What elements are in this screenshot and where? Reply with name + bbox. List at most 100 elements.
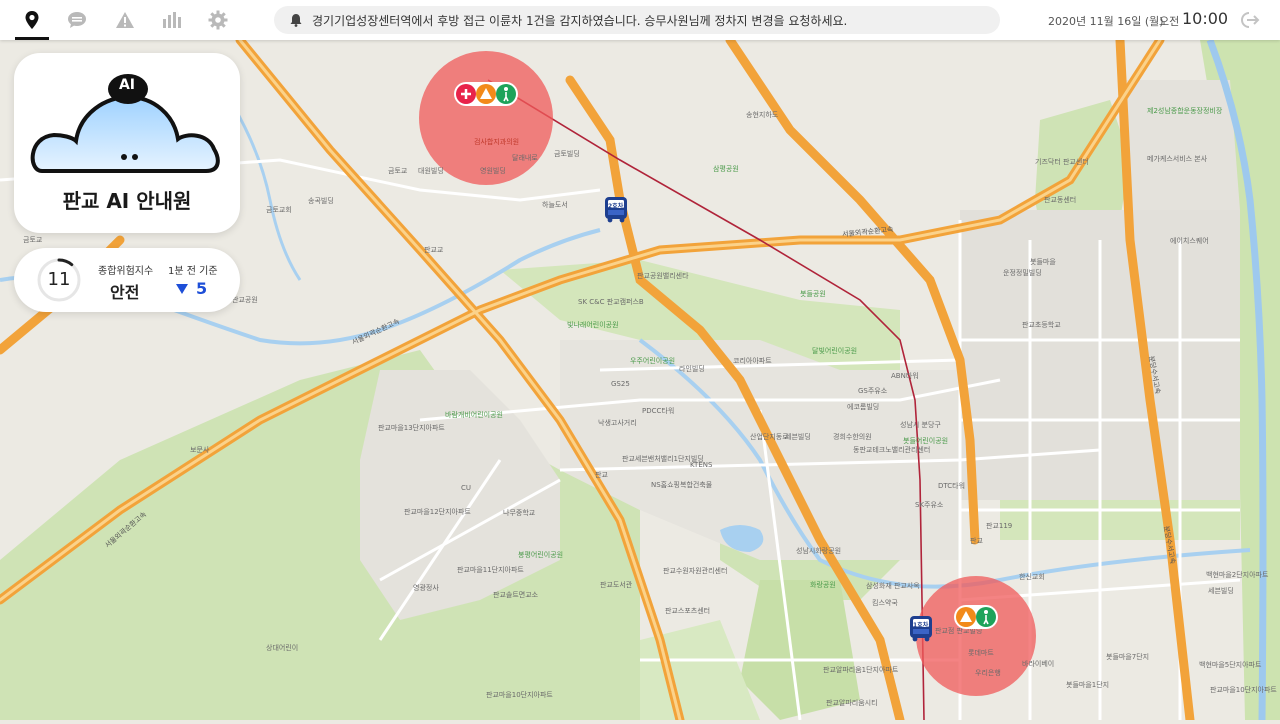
map-label: 상대어린이 xyxy=(266,644,299,652)
map-label: 판교119 xyxy=(986,522,1013,530)
map-label: CU xyxy=(461,484,472,492)
hazard-marker-icons xyxy=(454,82,518,106)
map-label: 보문사 xyxy=(190,446,210,454)
ampm-label: 오전 xyxy=(1159,15,1180,28)
map-label: 삼평공원 xyxy=(713,165,739,173)
map-label: 금토교 xyxy=(388,167,408,175)
map-label: 바람개비어린이공원 xyxy=(445,411,503,419)
map-label: 코리아아파트 xyxy=(733,357,772,365)
map-label: 판교공원밸리센타 xyxy=(637,272,689,280)
warning-triangle-icon xyxy=(116,12,134,28)
map-label: 화랑공원 xyxy=(810,581,836,589)
map-label: 나무중학교 xyxy=(503,509,536,517)
map-label: DTC타워 xyxy=(938,482,966,490)
map-label: 판교 xyxy=(595,471,608,479)
map-label: 운정정밀빌딩 xyxy=(1003,269,1042,277)
risk-status-value: 안전 xyxy=(110,283,140,302)
map-pin-icon xyxy=(25,11,39,29)
risk-score: 11 xyxy=(47,269,71,290)
map-label: 판교 xyxy=(970,537,983,545)
ai-cloud-mascot-icon xyxy=(30,74,220,173)
top-bar: 경기기업성장센터역에서 후방 접근 이륜차 1건을 감지하였습니다. 승무사원님… xyxy=(0,0,1280,40)
map-label: 봉평어린이공원 xyxy=(518,551,564,559)
map-label: 삼성화재 판교사옥 xyxy=(866,582,920,590)
ai-badge: AI xyxy=(118,77,136,93)
map-label: 판교마을11단지아파트 xyxy=(457,566,524,574)
map-label: GS25 xyxy=(611,380,630,388)
map-label: 라인빌딩 xyxy=(679,365,705,373)
map-label: 세븐빌딩 xyxy=(785,433,811,441)
bus-label: 2호차 xyxy=(608,203,624,210)
map-label: 산업단지동로 xyxy=(750,433,789,441)
map-label: 달빛어린이공원 xyxy=(812,347,858,355)
down-triangle-icon xyxy=(176,284,188,294)
map-label: 금토교회 xyxy=(266,206,292,214)
nav-stats[interactable] xyxy=(155,6,189,34)
risk-zone-north xyxy=(419,51,553,185)
logout-icon[interactable] xyxy=(1240,11,1260,33)
bell-icon xyxy=(290,13,302,27)
bus-marker-2[interactable]: 2호차 xyxy=(603,195,629,227)
map-label: KTENS xyxy=(690,461,713,469)
ai-guide-card[interactable]: AI 판교 AI 안내원 xyxy=(14,53,240,233)
map-label: 성남시 분당구 xyxy=(900,421,941,429)
map-label: 에이치스퀘어 xyxy=(1170,237,1209,245)
map-label: SK주유소 xyxy=(915,501,944,509)
map-label: 금토교 xyxy=(23,236,43,244)
nav-warning[interactable] xyxy=(108,6,142,34)
risk-prev-label: 1분 전 기준 xyxy=(168,266,218,277)
map-label: 봇들어린이공원 xyxy=(903,437,949,445)
risk-index-card: 11 종합위험지수 안전 1분 전 기준 5 xyxy=(14,248,240,312)
map-label: GS주유소 xyxy=(858,387,888,395)
map-label: 송현지하도 xyxy=(746,111,779,119)
hazard-marker-icons xyxy=(954,605,998,629)
map-label: 판교스포츠센터 xyxy=(665,607,711,615)
bar-chart-icon xyxy=(163,12,181,28)
map-label: 바라이베이 xyxy=(1022,660,1055,668)
map-label: 판교도서관 xyxy=(600,581,633,589)
map-label: 기즈닥터 판교센터 xyxy=(1035,158,1089,166)
map-label: 낙생고사거리 xyxy=(598,419,637,427)
map-label: PDCC타워 xyxy=(642,407,675,415)
hazard-marker-group-north[interactable] xyxy=(453,80,519,114)
date-label: 2020년 11월 16일 (월) xyxy=(1048,15,1164,28)
bus-label: 1호차 xyxy=(913,622,929,629)
gear-icon xyxy=(208,10,228,30)
map-label: 제2성남종합운동장정비장 xyxy=(1147,107,1223,115)
map-label: 달래내로 xyxy=(512,154,538,162)
map-label: 우주어린이공원 xyxy=(630,357,676,365)
notification-bar[interactable]: 경기기업성장센터역에서 후방 접근 이륜차 1건을 감지하였습니다. 승무사원님… xyxy=(274,6,1000,34)
map-label: 판교수원자원관리센터 xyxy=(663,567,728,575)
map-label: 송곡빌딩 xyxy=(308,197,334,205)
map-label: 판교마을13단지아파트 xyxy=(378,424,445,432)
map-label: 에코롬빌딩 xyxy=(847,403,880,411)
map-label: 영원빌딩 xyxy=(480,167,506,175)
map-label-risk: 검사합지과의원 xyxy=(474,138,520,146)
map-label: 판교초등학교 xyxy=(1022,321,1061,329)
nav-chat[interactable] xyxy=(60,6,94,34)
map-label: ABN타워 xyxy=(891,372,919,380)
map-label: SK C&C 판교캠퍼스B xyxy=(578,298,644,306)
map-label: 동판교테크노밸리관리센터 xyxy=(853,446,931,454)
map-label: 하늘도서 xyxy=(542,201,568,209)
map-label: 백현마을5단지아파트 xyxy=(1199,661,1262,669)
map-label: 판교알파리움1단지아파트 xyxy=(823,666,899,674)
time-label: 10:00 xyxy=(1182,9,1229,28)
map-label: NS홈쇼핑복합건축물 xyxy=(651,481,713,489)
map-label: 한신교회 xyxy=(1019,573,1045,581)
map-label: 빛나래어린이공원 xyxy=(567,321,619,329)
hazard-marker-group-south[interactable] xyxy=(953,603,999,637)
nav-settings[interactable] xyxy=(201,6,235,34)
map-label: 메가케스서비스 본사 xyxy=(1147,155,1208,163)
nav-location[interactable] xyxy=(15,6,49,34)
map-label: 봇들마을 xyxy=(1030,258,1056,266)
bus-marker-1[interactable]: 1호차 xyxy=(908,614,934,646)
map-label: 세븐빌딩 xyxy=(1208,587,1234,595)
map-label: 판교공원 xyxy=(232,296,258,304)
map-label: 판교알파리움시티 xyxy=(826,699,878,707)
map-label: 봇들마을7단지 xyxy=(1106,653,1150,661)
map-label: 우리은행 xyxy=(975,669,1001,677)
chat-bubble-icon xyxy=(68,12,86,28)
map-label: 판교교 xyxy=(424,246,444,254)
ai-guide-title: 판교 AI 안내원 xyxy=(62,189,192,213)
